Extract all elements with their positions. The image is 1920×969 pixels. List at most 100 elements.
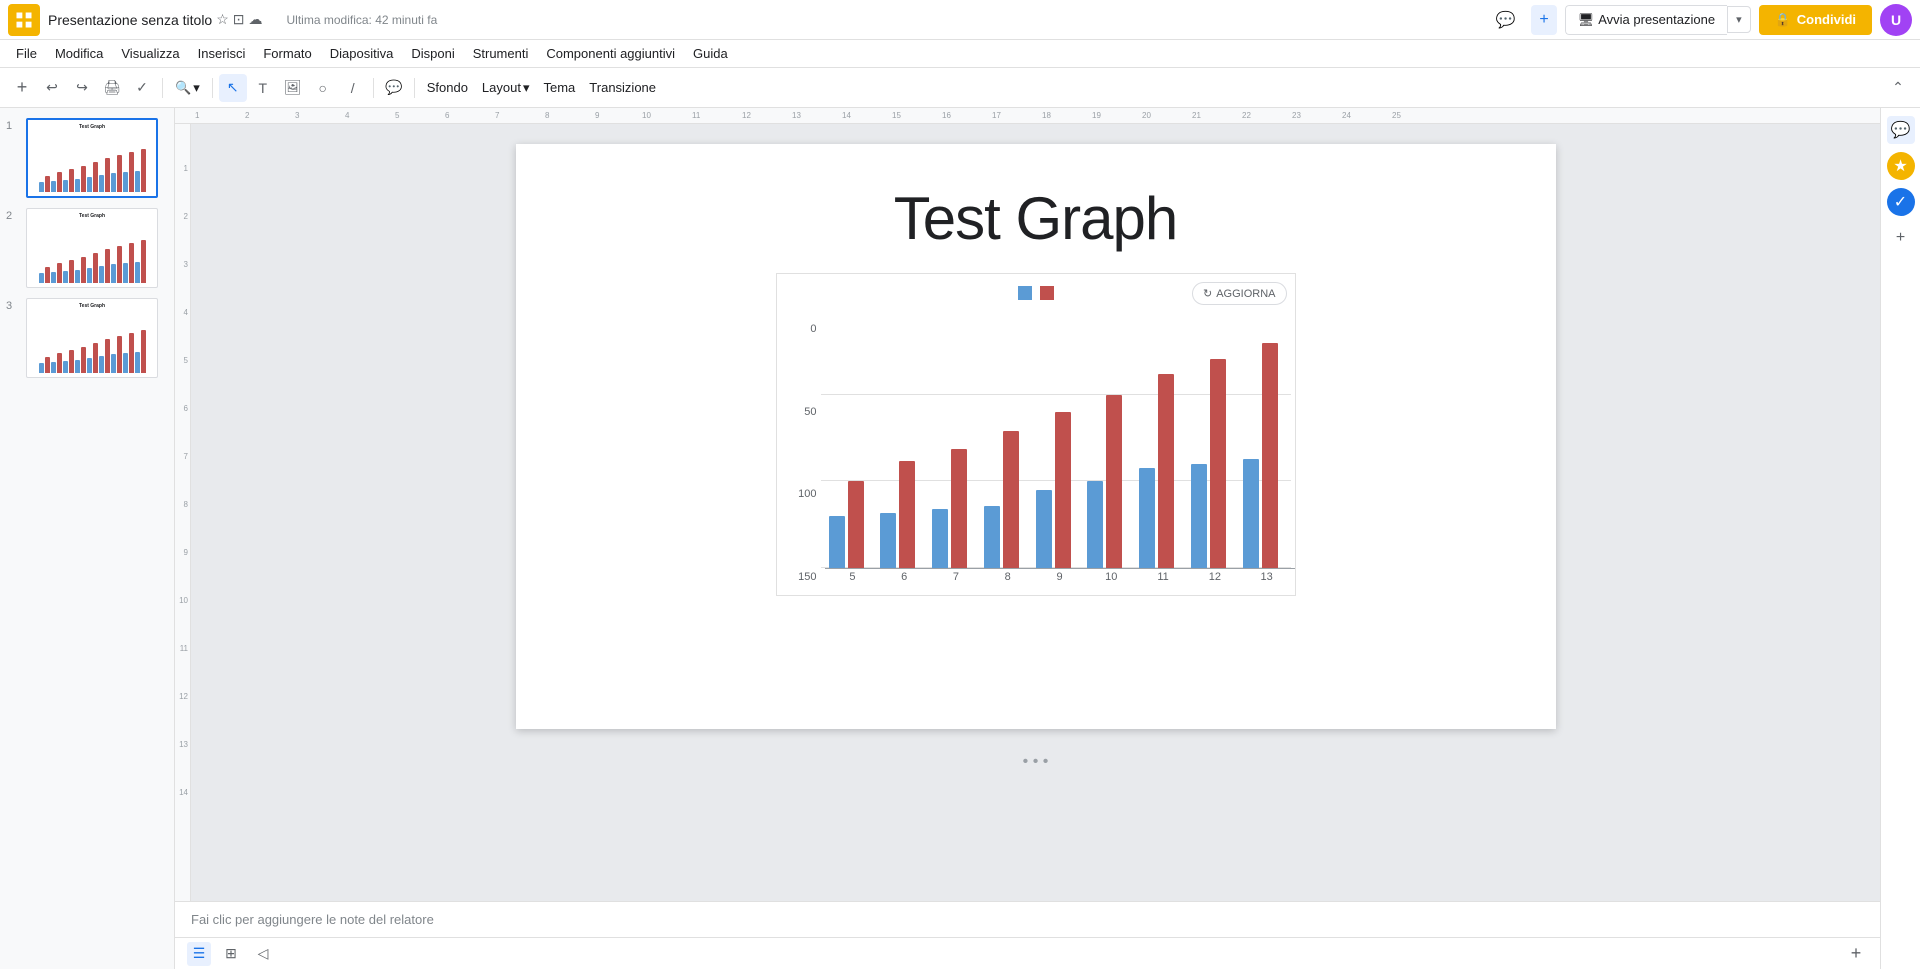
bar-10-blue	[1087, 481, 1103, 568]
add-slide-bottom-button[interactable]: +	[1844, 942, 1868, 966]
slide-thumb-2[interactable]: 2 Test Graph	[4, 206, 170, 290]
line-button[interactable]: /	[339, 74, 367, 102]
bar-10-red	[1106, 395, 1122, 568]
transizione-dropdown[interactable]: Transizione	[583, 78, 662, 97]
notes-bar[interactable]: Fai clic per aggiungere le note del rela…	[175, 901, 1880, 937]
right-panel-chat-btn[interactable]: 💬	[1887, 116, 1915, 144]
lock-icon: 🔒	[1775, 12, 1791, 28]
image-button[interactable]: 🖼	[279, 74, 307, 102]
y-label-150: 150	[789, 571, 817, 583]
undo-button[interactable]: ↩	[38, 74, 66, 102]
menu-diapositiva[interactable]: Diapositiva	[322, 42, 402, 65]
cloud-icon[interactable]: ☁	[249, 11, 263, 28]
redo-button[interactable]: ↪	[68, 74, 96, 102]
collapse-panel-btn[interactable]: ◁	[251, 942, 275, 966]
x-label-13: 13	[1247, 571, 1287, 583]
menu-formato[interactable]: Formato	[255, 42, 319, 65]
slide-preview-2: Test Graph	[26, 208, 158, 288]
layout-arrow: ▾	[523, 80, 530, 96]
x-label-8: 8	[988, 571, 1028, 583]
textbox-button[interactable]: T	[249, 74, 277, 102]
y-label-50: 50	[789, 406, 817, 418]
slide[interactable]: Test Graph ↻ AGGIORNA	[516, 144, 1556, 729]
spelling-button[interactable]: ✓	[128, 74, 156, 102]
legend-red	[1040, 286, 1054, 300]
add-slide-top-button[interactable]: +	[1531, 5, 1556, 35]
sfondo-dropdown[interactable]: Sfondo	[421, 78, 474, 97]
x-label-9: 9	[1040, 571, 1080, 583]
bar-7-red	[951, 449, 967, 568]
zoom-dropdown[interactable]: 🔍 ▾	[169, 78, 206, 98]
slide-thumb-3[interactable]: 3 Test Graph	[4, 296, 170, 380]
menu-strumenti[interactable]: Strumenti	[465, 42, 537, 65]
toolbar-sep-4	[414, 78, 415, 98]
bar-group-12	[1191, 359, 1231, 568]
grid-view-btn[interactable]: ⊞	[219, 942, 243, 966]
right-panel-star-btn[interactable]: ★	[1887, 152, 1915, 180]
update-label: AGGIORNA	[1216, 288, 1275, 300]
toolbar: + ↩ ↪ 🖨 ✓ 🔍 ▾ ↖ T 🖼 ○ / 💬 Sfondo Layout …	[0, 68, 1920, 108]
tema-dropdown[interactable]: Tema	[538, 78, 582, 97]
legend-blue	[1018, 286, 1032, 300]
canvas-area[interactable]: Test Graph ↻ AGGIORNA	[191, 124, 1880, 901]
bar-7-blue	[932, 509, 948, 568]
canvas-column: 1 2 3 4 5 6 7 8 9 10 11 12 13 14 15 16 1…	[175, 108, 1880, 969]
menu-disponi[interactable]: Disponi	[403, 42, 462, 65]
chart-body	[821, 308, 1291, 568]
chart-wrapper[interactable]: ↻ AGGIORNA 150 100 50 0	[776, 273, 1296, 596]
slide-preview-1: Test Graph	[26, 118, 158, 198]
slide-panel-view-btn[interactable]: ☰	[187, 942, 211, 966]
history-icon[interactable]: ⊡	[233, 11, 245, 28]
x-label-10: 10	[1091, 571, 1131, 583]
right-panel: 💬 ★ ✓ +	[1880, 108, 1920, 969]
bar-13-red	[1262, 343, 1278, 568]
star-icon[interactable]: ☆	[216, 11, 229, 28]
slide-thumb-1[interactable]: 1 Test Graph	[4, 116, 170, 200]
right-panel-add-btn[interactable]: +	[1887, 224, 1915, 252]
bar-group-10	[1087, 395, 1127, 568]
menu-file[interactable]: File	[8, 42, 45, 65]
cursor-button[interactable]: ↖	[219, 74, 247, 102]
comment-toolbar-button[interactable]: 💬	[380, 74, 408, 102]
bar-group-13	[1243, 343, 1283, 568]
comment-button[interactable]: 💬	[1487, 6, 1523, 34]
user-avatar[interactable]: U	[1880, 4, 1912, 36]
bar-11-blue	[1139, 468, 1155, 568]
collapse-toolbar-button[interactable]: ⌃	[1884, 74, 1912, 102]
print-button[interactable]: 🖨	[98, 74, 126, 102]
bar-group-6	[880, 461, 920, 568]
slide-number-3: 3	[6, 298, 20, 312]
slide-more-dots: • • •	[1023, 753, 1049, 771]
shape-button[interactable]: ○	[309, 74, 337, 102]
chart-body-col: 5 6 7 8 9 10 11 12 13	[821, 308, 1295, 583]
bar-12-blue	[1191, 464, 1207, 568]
bar-6-red	[899, 461, 915, 568]
bar-9-blue	[1036, 490, 1052, 568]
bar-8-red	[1003, 431, 1019, 568]
thumb-title-1: Test Graph	[32, 124, 152, 130]
refresh-icon: ↻	[1203, 287, 1212, 300]
menubar: File Modifica Visualizza Inserisci Forma…	[0, 40, 1920, 68]
update-button[interactable]: ↻ AGGIORNA	[1192, 282, 1287, 305]
bar-group-9	[1036, 412, 1076, 568]
bars-container	[821, 308, 1291, 568]
add-button[interactable]: +	[8, 74, 36, 102]
menu-guida[interactable]: Guida	[685, 42, 736, 65]
menu-modifica[interactable]: Modifica	[47, 42, 111, 65]
share-button[interactable]: 🔒 Condividi	[1759, 5, 1872, 35]
title-area: Presentazione senza titolo ☆ ⊡ ☁	[48, 11, 263, 28]
toolbar-sep-3	[373, 78, 374, 98]
slide-number-2: 2	[6, 208, 20, 222]
menu-visualizza[interactable]: Visualizza	[113, 42, 187, 65]
right-panel-check-btn[interactable]: ✓	[1887, 188, 1915, 216]
toolbar-sep-2	[212, 78, 213, 98]
menu-componenti[interactable]: Componenti aggiuntivi	[538, 42, 683, 65]
bar-6-blue	[880, 513, 896, 568]
app-icon[interactable]	[8, 4, 40, 36]
present-dropdown-button[interactable]: ▾	[1727, 6, 1751, 33]
menu-inserisci[interactable]: Inserisci	[190, 42, 254, 65]
bar-group-5	[829, 481, 869, 568]
layout-dropdown[interactable]: Layout ▾	[476, 78, 536, 98]
present-button[interactable]: 🖥 Avvia presentazione	[1565, 5, 1727, 35]
doc-title[interactable]: Presentazione senza titolo	[48, 12, 212, 28]
